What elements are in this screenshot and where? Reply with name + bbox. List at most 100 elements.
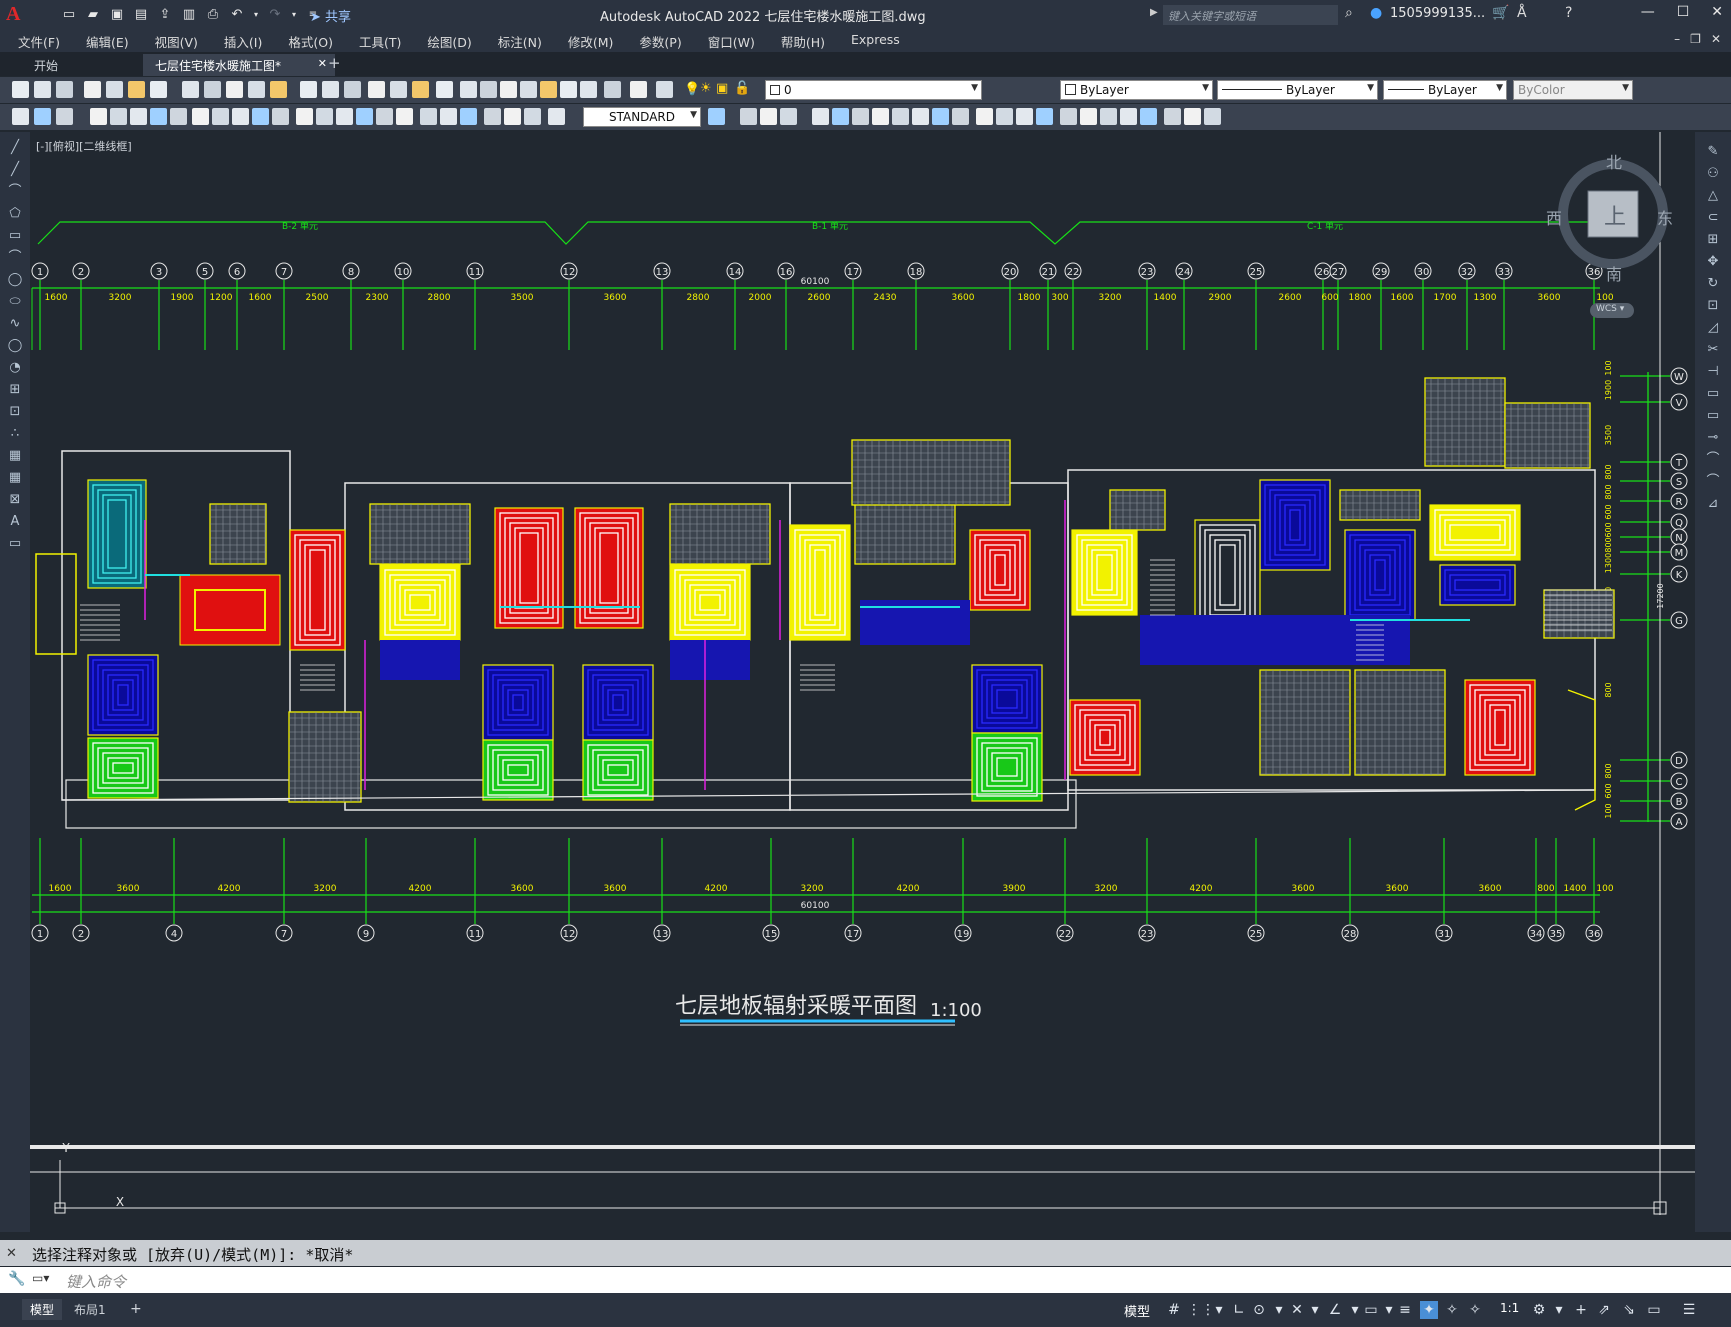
modify-tool-icon[interactable]: ⊡	[1705, 298, 1721, 314]
annotation-tool-icon[interactable]	[832, 108, 849, 125]
annotation-tool-icon[interactable]	[150, 108, 167, 125]
annotation-tool-icon[interactable]	[952, 108, 969, 125]
annotation-tool-icon[interactable]	[852, 108, 869, 125]
status-toggle-icon[interactable]: ✧	[1466, 1301, 1484, 1319]
modify-tool-icon[interactable]: ⊞	[1705, 232, 1721, 248]
redo-icon[interactable]: ↷	[266, 5, 284, 23]
autodesk-a360-icon[interactable]: Å	[1517, 5, 1527, 21]
standard-tool-icon[interactable]	[500, 81, 517, 98]
search-icon[interactable]: ⌕	[1345, 5, 1353, 21]
annotation-tool-icon[interactable]	[440, 108, 457, 125]
annotation-tool-icon[interactable]	[460, 108, 477, 125]
undo-icon[interactable]: ↶	[228, 5, 246, 23]
draw-tool-icon[interactable]: A	[7, 514, 23, 530]
user-name[interactable]: 1505999135...	[1390, 6, 1485, 21]
menu-item-1[interactable]: 编辑(E)	[86, 30, 129, 52]
modify-tool-icon[interactable]: ⊣	[1705, 364, 1721, 380]
standard-tool-icon[interactable]	[368, 81, 385, 98]
draw-tool-icon[interactable]: ◯	[7, 272, 23, 288]
menu-item-3[interactable]: 插入(I)	[224, 30, 262, 52]
status-toggle-icon[interactable]: ▭	[1645, 1301, 1663, 1319]
annotation-tool-icon[interactable]	[1016, 108, 1033, 125]
status-toggle-icon[interactable]: ≡	[1396, 1301, 1414, 1319]
menu-item-11[interactable]: 帮助(H)	[781, 30, 825, 52]
wrench-icon[interactable]: 🔧	[8, 1271, 25, 1287]
annotation-tool-icon[interactable]	[1140, 108, 1157, 125]
standard-tool-icon[interactable]	[300, 81, 317, 98]
draw-tool-icon[interactable]: ⊡	[7, 404, 23, 420]
draw-tool-icon[interactable]: ▦	[7, 448, 23, 464]
status-toggle-icon[interactable]: #	[1165, 1301, 1183, 1319]
status-toggle-icon[interactable]: ☰	[1680, 1301, 1698, 1319]
modify-tool-icon[interactable]: ◿	[1705, 320, 1721, 336]
annotation-scale[interactable]: 1:1	[1500, 1301, 1519, 1315]
model-space-button[interactable]: 模型	[1124, 1301, 1150, 1320]
annotation-tool-icon[interactable]	[1100, 108, 1117, 125]
standard-tool-icon[interactable]	[204, 81, 221, 98]
standard-tool-icon[interactable]	[34, 81, 51, 98]
annotation-tool-icon[interactable]	[976, 108, 993, 125]
save-icon[interactable]: ▣	[108, 5, 126, 23]
draw-tool-icon[interactable]: ◔	[7, 360, 23, 376]
draw-tool-icon[interactable]: ╱	[7, 162, 23, 178]
expand-arrow-icon[interactable]: ▶	[1150, 7, 1158, 18]
plot-icon[interactable]: ⎙	[204, 5, 222, 23]
modify-tool-icon[interactable]: ✥	[1705, 254, 1721, 270]
layer-lock-icon[interactable]: 🔓	[734, 81, 750, 96]
status-toggle-icon[interactable]: ∟	[1230, 1301, 1248, 1319]
cart-icon[interactable]: 🛒	[1492, 5, 1509, 21]
autocad-logo[interactable]: A	[6, 3, 20, 26]
annotation-tool-icon[interactable]	[1080, 108, 1097, 125]
viewport-controls[interactable]: [-][俯视][二维线框]	[36, 138, 132, 154]
layer-viewport-icon[interactable]: ▣	[716, 81, 728, 96]
draw-tool-icon[interactable]: ◯	[7, 338, 23, 354]
annotation-tool-icon[interactable]	[272, 108, 289, 125]
viewcube-north[interactable]: 北	[1606, 149, 1622, 173]
annotation-tool-icon[interactable]	[12, 108, 29, 125]
annotation-tool-icon[interactable]	[812, 108, 829, 125]
draw-tool-icon[interactable]: ⊞	[7, 382, 23, 398]
annotation-tool-icon[interactable]	[396, 108, 413, 125]
lineweight-combo[interactable]: ByLayer ▼	[1383, 80, 1507, 100]
annotation-tool-icon[interactable]	[376, 108, 393, 125]
modify-tool-icon[interactable]: ⌒	[1705, 452, 1721, 468]
standard-tool-icon[interactable]	[344, 81, 361, 98]
share-button[interactable]: ➤ 共享	[310, 6, 351, 25]
annotation-tool-icon[interactable]	[524, 108, 541, 125]
command-close-icon[interactable]: ✕	[6, 1246, 17, 1261]
new-file-icon[interactable]: ▭	[60, 5, 78, 23]
layer-freeze-icon[interactable]: ☀	[700, 81, 712, 96]
annotation-tool-icon[interactable]	[1204, 108, 1221, 125]
status-toggle-icon[interactable]: ▾	[1550, 1301, 1568, 1319]
menu-item-8[interactable]: 修改(M)	[568, 30, 614, 52]
annotation-tool-icon[interactable]	[232, 108, 249, 125]
annotation-tool-icon[interactable]	[1036, 108, 1053, 125]
modify-tool-icon[interactable]: △	[1705, 188, 1721, 204]
menu-item-10[interactable]: 窗口(W)	[708, 30, 755, 52]
maximize-icon[interactable]: ☐	[1677, 4, 1690, 20]
standard-tool-icon[interactable]	[270, 81, 287, 98]
draw-tool-icon[interactable]: ∿	[7, 316, 23, 332]
layer-on-icon[interactable]: 💡	[684, 82, 700, 97]
standard-tool-icon[interactable]	[412, 81, 429, 98]
status-toggle-icon[interactable]: ▾	[1210, 1301, 1228, 1319]
annotation-tool-icon[interactable]	[780, 108, 797, 125]
annotation-tool-icon[interactable]	[872, 108, 889, 125]
annotation-tool-icon[interactable]	[932, 108, 949, 125]
menu-item-4[interactable]: 格式(O)	[288, 30, 333, 52]
menu-item-6[interactable]: 绘图(D)	[427, 30, 471, 52]
annotation-tool-icon[interactable]	[170, 108, 187, 125]
layer-combo[interactable]: 0 ▼	[765, 80, 982, 100]
standard-tool-icon[interactable]	[56, 81, 73, 98]
open-web-icon[interactable]: ⇪	[156, 5, 174, 23]
viewcube-top-face[interactable]: 上	[1604, 199, 1626, 231]
status-toggle-icon[interactable]: ⋮⋮	[1187, 1301, 1215, 1319]
viewcube-west[interactable]: 西	[1546, 205, 1562, 229]
annotation-tool-icon[interactable]	[708, 108, 725, 125]
draw-tool-icon[interactable]: ⊠	[7, 492, 23, 508]
standard-tool-icon[interactable]	[128, 81, 145, 98]
modify-tool-icon[interactable]: ⌒	[1705, 474, 1721, 490]
standard-tool-icon[interactable]	[436, 81, 453, 98]
draw-tool-icon[interactable]: ⬭	[7, 294, 23, 310]
annotation-tool-icon[interactable]	[316, 108, 333, 125]
